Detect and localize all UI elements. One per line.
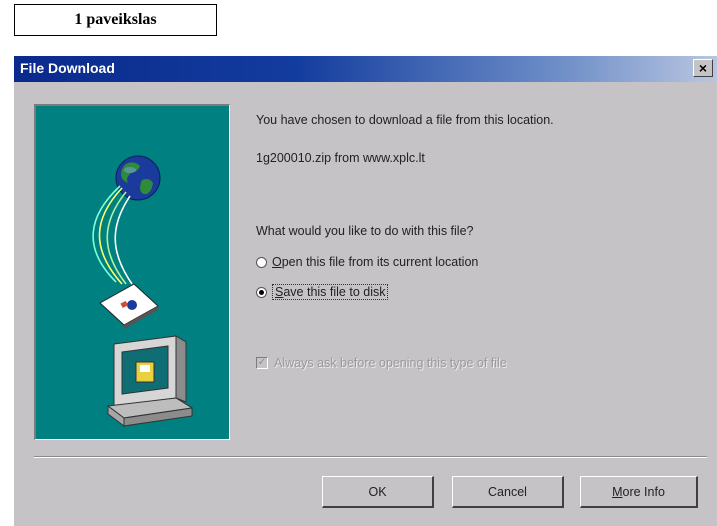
ok-button-label: OK xyxy=(368,484,387,499)
more-info-button-label: More Info xyxy=(612,484,665,499)
title-bar[interactable]: File Download × xyxy=(14,56,717,82)
radio-button-open[interactable] xyxy=(256,256,267,268)
figure-caption-text: 1 paveikslas xyxy=(74,11,157,28)
computer-icon xyxy=(106,335,194,427)
action-question: What would you like to do with this file… xyxy=(256,224,474,238)
cancel-button-label: Cancel xyxy=(488,484,527,499)
radio-save-label: Save this file to disk xyxy=(272,284,389,300)
document-icon xyxy=(99,283,159,329)
always-ask-label: Always ask before opening this type of f… xyxy=(274,356,507,370)
file-source: 1g200010.zip from www.xplc.lt xyxy=(256,151,425,165)
radio-open-label: Open this file from its current location xyxy=(272,255,479,269)
close-icon: × xyxy=(698,60,708,76)
connection-lines xyxy=(92,185,133,285)
file-download-dialog: File Download × You have chosen to downl… xyxy=(14,56,717,526)
more-info-button[interactable]: More Info xyxy=(580,476,698,508)
radio-button-save[interactable] xyxy=(256,286,267,298)
dialog-title: File Download xyxy=(20,60,115,76)
radio-open-file[interactable]: Open this file from its current location xyxy=(256,255,478,269)
radio-save-file[interactable]: Save this file to disk xyxy=(256,284,389,300)
always-ask-checkbox: ✓ xyxy=(256,357,268,369)
figure-caption: 1 paveikslas xyxy=(14,4,217,36)
button-separator xyxy=(34,456,707,458)
close-button[interactable]: × xyxy=(693,59,713,77)
globe-icon xyxy=(115,155,161,201)
cancel-button[interactable]: Cancel xyxy=(452,476,564,508)
ok-button[interactable]: OK xyxy=(322,476,434,508)
always-ask-checkbox-row: ✓ Always ask before opening this type of… xyxy=(256,356,507,370)
download-illustration xyxy=(34,104,230,440)
download-message: You have chosen to download a file from … xyxy=(256,113,554,127)
